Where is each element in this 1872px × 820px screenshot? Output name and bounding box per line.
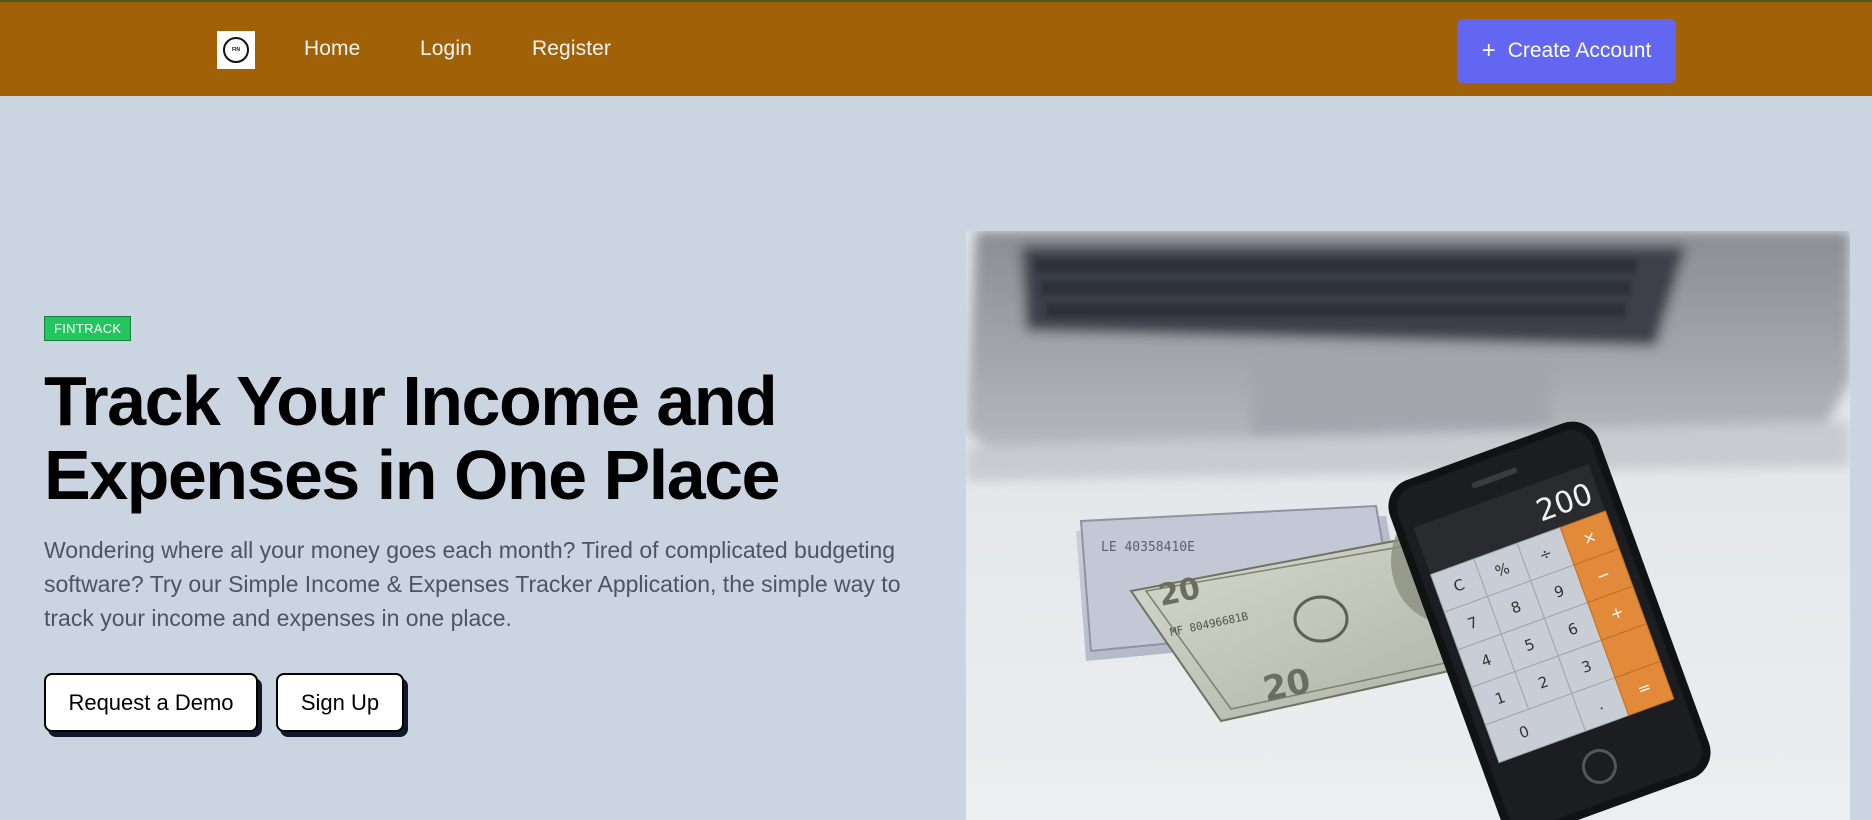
navbar: FIN Home Login Register + Create Account — [0, 0, 1872, 96]
create-account-button[interactable]: + Create Account — [1457, 19, 1676, 83]
hero-title-line-2: Expenses in One Place — [44, 436, 780, 514]
nav-link-login[interactable]: Login — [420, 37, 472, 61]
create-account-label: Create Account — [1507, 39, 1652, 62]
request-demo-button[interactable]: Request a Demo — [44, 673, 258, 732]
keyboard-keys — [1036, 259, 1636, 317]
logo-mark-icon: FIN — [223, 37, 249, 63]
brand-logo[interactable]: FIN — [217, 31, 255, 69]
brand-badge: FINTRACK — [44, 316, 132, 341]
logo-text: FIN — [231, 47, 241, 53]
svg-text:LE 40358410E: LE 40358410E — [1101, 540, 1195, 555]
nav-link-register[interactable]: Register — [532, 37, 611, 61]
nav-link-home[interactable]: Home — [304, 37, 360, 61]
hero-description: Wondering where all your money goes each… — [44, 537, 901, 631]
plus-icon: + — [1481, 37, 1496, 64]
hero-illustration: LE 40358410E 20 20 MF 80496681B 200 C % … — [966, 231, 1850, 820]
hero-title: Track Your Income and Expenses in One Pl… — [44, 364, 904, 512]
hero-image: LE 40358410E 20 20 MF 80496681B 200 C % … — [966, 231, 1850, 820]
hero-title-line-1: Track Your Income and — [44, 362, 778, 440]
sign-up-button[interactable]: Sign Up — [276, 673, 404, 732]
